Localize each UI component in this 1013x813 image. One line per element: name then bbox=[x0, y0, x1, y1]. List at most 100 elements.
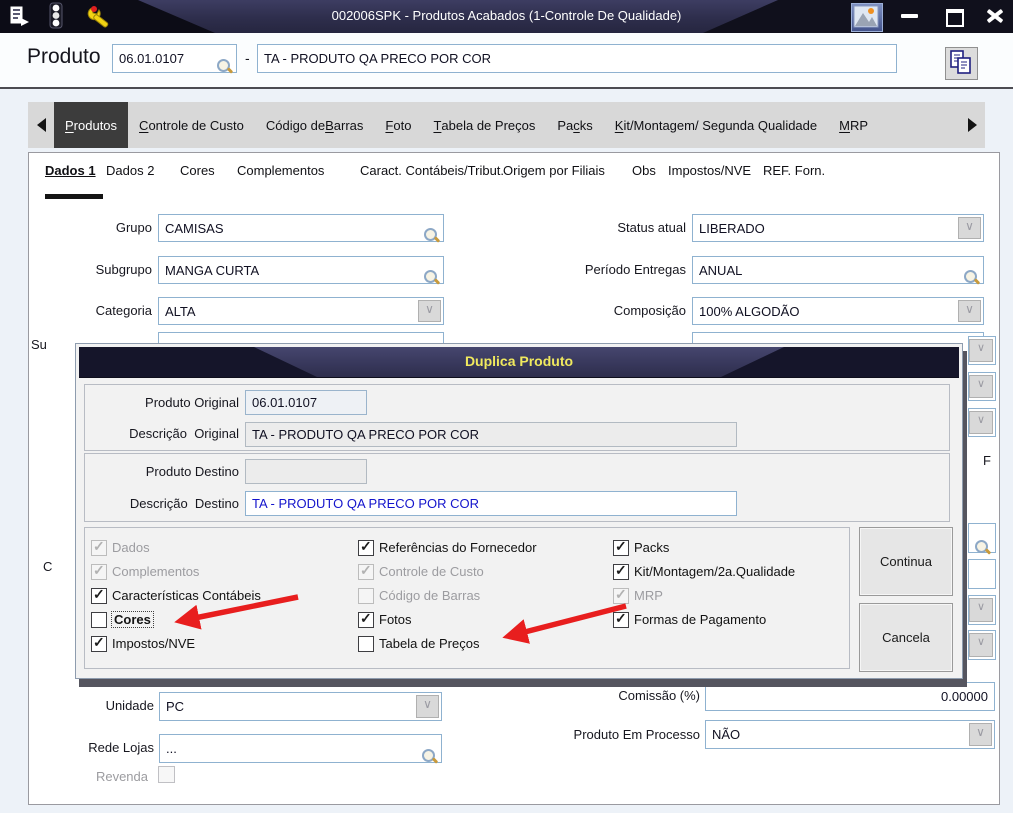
window-titlebar: 002006SPK - Produtos Acabados (1-Control… bbox=[0, 0, 1013, 33]
checkbox-packs[interactable] bbox=[613, 538, 629, 556]
subtab-dados-1[interactable]: Dados 1 bbox=[45, 163, 96, 178]
tab-scroll-left-icon[interactable] bbox=[28, 102, 54, 148]
continua-label: Continua bbox=[879, 554, 933, 569]
picture-icon[interactable] bbox=[851, 3, 883, 32]
checkbox-row-fotos[interactable]: Fotos bbox=[358, 610, 537, 628]
periodo-entregas-value: ANUAL bbox=[699, 262, 743, 278]
minimize-button[interactable] bbox=[901, 14, 918, 18]
checkbox-row-tabela-de-pre-os[interactable]: Tabela de Preços bbox=[358, 635, 537, 652]
grupo-input[interactable]: CAMISAS bbox=[158, 214, 444, 242]
tab-scroll-right-icon[interactable] bbox=[959, 102, 985, 148]
traffic-light-icon[interactable] bbox=[45, 2, 67, 33]
tab-controle-de-custo[interactable]: Controle de Custo bbox=[128, 102, 255, 148]
status-atual-select[interactable]: LIBERADO bbox=[692, 214, 984, 242]
checkbox-kit-montagem-2a-qualidade[interactable] bbox=[613, 562, 629, 580]
tab-mrp[interactable]: M RP bbox=[828, 102, 879, 148]
subtab-cores[interactable]: Cores bbox=[180, 163, 215, 178]
covered-dropdown-sliver bbox=[968, 630, 996, 660]
produto-destino-input[interactable] bbox=[245, 459, 367, 484]
checkbox-caracter-sticas-cont-beis[interactable] bbox=[91, 586, 107, 604]
composicao-select[interactable]: 100% ALGODÃO bbox=[692, 297, 984, 325]
checkbox-label: Dados bbox=[112, 540, 150, 555]
product-code-value: 06.01.0107 bbox=[119, 51, 185, 66]
tab-foto[interactable]: Foto bbox=[374, 102, 422, 148]
subtab-impostos-nve[interactable]: Impostos/NVE bbox=[668, 163, 751, 178]
subgrupo-input[interactable]: MANGA CURTA bbox=[158, 256, 444, 284]
subtab-ref-forn[interactable]: REF. Forn. bbox=[763, 163, 825, 178]
close-button[interactable] bbox=[987, 9, 1003, 23]
checkbox-tabela-de-pre-os[interactable] bbox=[358, 635, 374, 652]
comissao-value: 0.00000 bbox=[941, 689, 988, 704]
categoria-value: ALTA bbox=[165, 303, 196, 319]
subtab-complementos[interactable]: Complementos bbox=[237, 163, 324, 178]
search-icon[interactable] bbox=[424, 228, 440, 244]
tab-kit-montagem-segunda-qualidade[interactable]: Kit/Montagem/ Segunda Qualidade bbox=[604, 102, 828, 148]
checkbox-label: Controle de Custo bbox=[379, 564, 484, 579]
checkbox-label: Packs bbox=[634, 540, 670, 555]
header-separator bbox=[0, 87, 1013, 89]
unidade-select[interactable]: PC bbox=[159, 692, 442, 721]
subgrupo-label: Subgrupo bbox=[95, 262, 152, 277]
export-icon[interactable] bbox=[7, 4, 31, 33]
chevron-down-icon[interactable] bbox=[416, 695, 439, 718]
search-icon[interactable] bbox=[424, 270, 440, 286]
search-icon[interactable] bbox=[422, 749, 438, 765]
checkbox-row-c-digo-de-barras[interactable]: Código de Barras bbox=[358, 587, 537, 604]
maximize-button[interactable] bbox=[946, 9, 964, 27]
product-code-input[interactable]: 06.01.0107 bbox=[112, 44, 237, 73]
tab-produtos[interactable]: Produtos bbox=[54, 102, 129, 148]
periodo-entregas-label: Período Entregas bbox=[584, 262, 686, 277]
checkbox-formas-de-pagamento[interactable] bbox=[613, 610, 629, 628]
cancela-button[interactable]: Cancela bbox=[859, 603, 953, 672]
checkbox-row-impostos-nve[interactable]: Impostos/NVE bbox=[91, 634, 261, 652]
covered-dropdown-sliver bbox=[968, 595, 996, 625]
subtab-origem-por-filiais[interactable]: Origem por Filiais bbox=[503, 163, 605, 178]
checkbox-row-cores[interactable]: Cores bbox=[91, 611, 261, 628]
tab-tabela-de-pre-os[interactable]: Tabela de Preços bbox=[422, 102, 546, 148]
checkbox-row-kit-montagem-2a-qualidade[interactable]: Kit/Montagem/2a.Qualidade bbox=[613, 562, 795, 580]
subtab-obs[interactable]: Obs bbox=[632, 163, 656, 178]
tab-packs[interactable]: Pa c ks bbox=[546, 102, 603, 148]
product-description-value: TA - PRODUTO QA PRECO POR COR bbox=[264, 51, 492, 66]
product-description-input[interactable]: TA - PRODUTO QA PRECO POR COR bbox=[257, 44, 897, 73]
checkbox-controle-de-custo bbox=[358, 562, 374, 580]
descricao-destino-label: Descrição Destino bbox=[129, 496, 239, 511]
checkbox-row-caracter-sticas-cont-beis[interactable]: Características Contábeis bbox=[91, 586, 261, 604]
periodo-entregas-input[interactable]: ANUAL bbox=[692, 256, 984, 284]
checkbox-row-packs[interactable]: Packs bbox=[613, 538, 795, 556]
checkbox-mrp bbox=[613, 586, 629, 604]
checkbox-cores[interactable] bbox=[91, 611, 107, 628]
rede-lojas-input[interactable]: ... bbox=[159, 734, 442, 763]
search-icon[interactable] bbox=[217, 59, 233, 75]
search-icon[interactable] bbox=[964, 270, 980, 286]
descricao-destino-input[interactable]: TA - PRODUTO QA PRECO POR COR bbox=[245, 491, 737, 516]
subtab-caract-cont-beis-tribut[interactable]: Caract. Contábeis/Tribut. bbox=[360, 163, 504, 178]
checkbox-fotos[interactable] bbox=[358, 610, 374, 628]
chevron-down-icon[interactable] bbox=[958, 300, 981, 322]
tab-c-digo-de-barras[interactable]: Código de Barras bbox=[255, 102, 375, 148]
checkbox-row-formas-de-pagamento[interactable]: Formas de Pagamento bbox=[613, 610, 795, 628]
checkbox-row-complementos[interactable]: Complementos bbox=[91, 562, 261, 580]
comissao-input[interactable]: 0.00000 bbox=[705, 682, 995, 711]
checkbox-label: Impostos/NVE bbox=[112, 636, 196, 651]
chevron-down-icon[interactable] bbox=[418, 300, 441, 322]
wrench-icon[interactable] bbox=[86, 4, 113, 33]
chevron-down-icon[interactable] bbox=[958, 217, 981, 239]
checkbox-refer-ncias-do-fornecedor[interactable] bbox=[358, 538, 374, 556]
checkbox-row-refer-ncias-do-fornecedor[interactable]: Referências do Fornecedor bbox=[358, 538, 537, 556]
unidade-value: PC bbox=[166, 699, 185, 714]
checkbox-row-dados[interactable]: Dados bbox=[91, 538, 261, 556]
covered-label-su: Su bbox=[31, 337, 47, 352]
produto-em-processo-select[interactable]: NÃO bbox=[705, 720, 995, 749]
copy-button[interactable] bbox=[945, 47, 978, 80]
revenda-checkbox[interactable] bbox=[158, 766, 175, 783]
checkbox-impostos-nve[interactable] bbox=[91, 634, 107, 652]
subtab-dados-2[interactable]: Dados 2 bbox=[106, 163, 154, 178]
search-icon bbox=[975, 540, 991, 556]
checkbox-label: Características Contábeis bbox=[112, 588, 261, 603]
categoria-select[interactable]: ALTA bbox=[158, 297, 444, 325]
checkbox-row-mrp[interactable]: MRP bbox=[613, 586, 795, 604]
checkbox-row-controle-de-custo[interactable]: Controle de Custo bbox=[358, 562, 537, 580]
chevron-down-icon[interactable] bbox=[969, 723, 992, 746]
continua-button[interactable]: Continua bbox=[859, 527, 953, 596]
